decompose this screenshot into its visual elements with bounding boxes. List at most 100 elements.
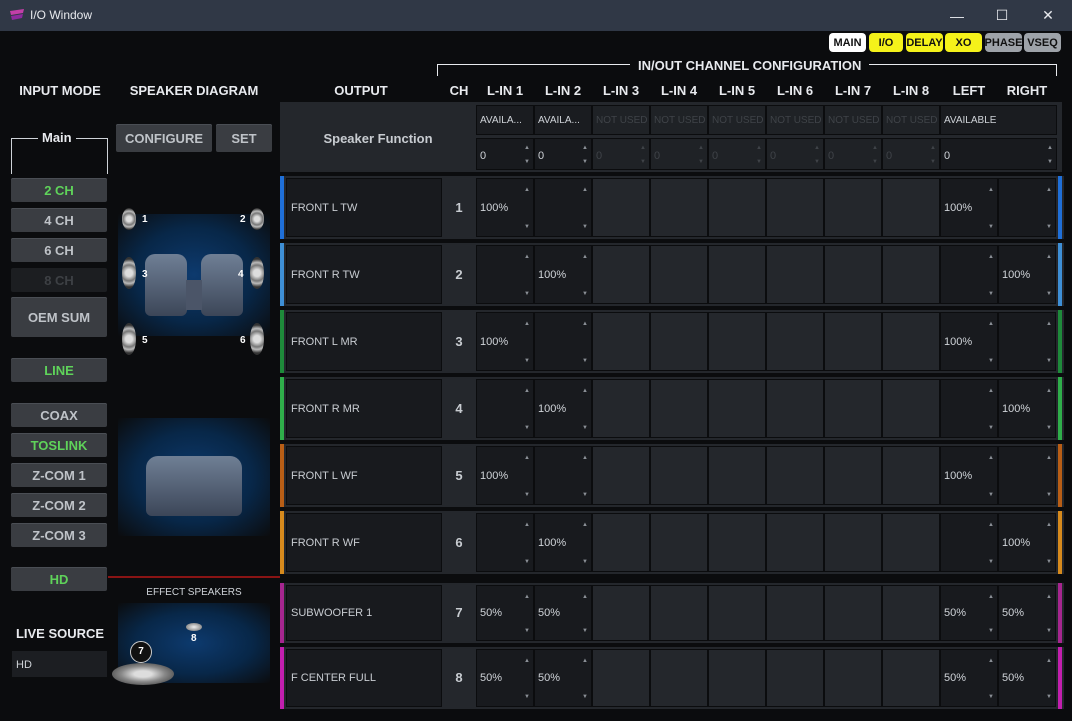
zcom1-button[interactable]: Z-COM 1 <box>11 463 107 487</box>
spin-down-arrow-icon[interactable]: ▼ <box>582 224 588 230</box>
zcom2-button[interactable]: Z-COM 2 <box>11 493 107 517</box>
mode-4ch-button[interactable]: 4 CH <box>11 208 107 232</box>
mix-level-cell[interactable]: 50% ▲ ▼ <box>476 649 534 707</box>
line-button[interactable]: LINE <box>11 358 107 382</box>
mix-level-cell[interactable]: ▲ ▼ <box>476 245 534 304</box>
mix-level-cell[interactable]: 100% ▲ ▼ <box>998 379 1056 438</box>
mix-level-cell[interactable]: 100% ▲ ▼ <box>476 312 534 371</box>
spin-up-arrow-icon[interactable]: ▲ <box>1046 658 1052 664</box>
spin-down-arrow-icon[interactable]: ▼ <box>524 694 530 700</box>
spin-up-arrow-icon[interactable]: ▲ <box>582 658 588 664</box>
toslink-button[interactable]: TOSLINK <box>11 433 107 457</box>
mix-level-cell[interactable]: 100% ▲ ▼ <box>940 312 998 371</box>
spin-up-arrow-icon[interactable]: ▲ <box>524 321 530 327</box>
close-button[interactable]: ✕ <box>1025 0 1071 31</box>
nav-badge-phase[interactable]: PHASE <box>985 33 1022 52</box>
mix-level-cell[interactable]: 100% ▲ ▼ <box>534 245 592 304</box>
mix-level-cell[interactable]: ▲ ▼ <box>534 446 592 505</box>
spin-up-arrow-icon[interactable]: ▲ <box>524 187 530 193</box>
spin-down-arrow-icon[interactable]: ▼ <box>582 425 588 431</box>
mode-2ch-button[interactable]: 2 CH <box>11 178 107 202</box>
spin-up-arrow-icon[interactable]: ▲ <box>524 594 530 600</box>
spin-down-arrow-icon[interactable]: ▼ <box>1046 291 1052 297</box>
spin-down-arrow-icon[interactable]: ▼ <box>1046 358 1052 364</box>
mix-level-cell[interactable]: ▲ ▼ <box>534 312 592 371</box>
spin-down-arrow-icon[interactable]: ▼ <box>582 559 588 565</box>
spin-down-arrow-icon[interactable]: ▼ <box>524 628 530 634</box>
set-button[interactable]: SET <box>216 124 272 152</box>
spin-down-arrow-icon[interactable]: ▼ <box>988 559 994 565</box>
spin-up-arrow-icon[interactable]: ▲ <box>988 254 994 260</box>
mix-level-cell[interactable]: 50% ▲ ▼ <box>940 649 998 707</box>
mix-level-cell[interactable]: ▲ ▼ <box>998 446 1056 505</box>
mix-level-cell[interactable]: 50% ▲ ▼ <box>476 585 534 641</box>
mix-level-cell[interactable]: 100% ▲ ▼ <box>998 245 1056 304</box>
mix-level-cell[interactable]: ▲ ▼ <box>998 312 1056 371</box>
minimize-button[interactable]: — <box>934 0 980 31</box>
configure-button[interactable]: CONFIGURE <box>116 124 212 152</box>
spin-up-arrow-icon[interactable]: ▲ <box>1047 145 1053 151</box>
spin-up-arrow-icon[interactable]: ▲ <box>1046 254 1052 260</box>
spin-up-arrow-icon[interactable]: ▲ <box>988 388 994 394</box>
availability-spinbox[interactable]: 0 ▲ ▼ <box>534 138 592 170</box>
spin-down-arrow-icon[interactable]: ▼ <box>988 492 994 498</box>
spin-down-arrow-icon[interactable]: ▼ <box>1046 492 1052 498</box>
zcom3-button[interactable]: Z-COM 3 <box>11 523 107 547</box>
nav-badge-xo[interactable]: XO <box>945 33 982 52</box>
spin-up-arrow-icon[interactable]: ▲ <box>524 145 530 151</box>
mix-level-cell[interactable]: 100% ▲ ▼ <box>940 446 998 505</box>
spin-down-arrow-icon[interactable]: ▼ <box>524 291 530 297</box>
spin-down-arrow-icon[interactable]: ▼ <box>1046 559 1052 565</box>
spin-down-arrow-icon[interactable]: ▼ <box>988 628 994 634</box>
speaker-function-cell[interactable]: FRONT L MR <box>286 312 442 371</box>
spin-up-arrow-icon[interactable]: ▲ <box>524 522 530 528</box>
mix-level-cell[interactable]: 100% ▲ ▼ <box>940 178 998 237</box>
mix-level-cell[interactable]: 50% ▲ ▼ <box>998 585 1056 641</box>
spin-down-arrow-icon[interactable]: ▼ <box>524 559 530 565</box>
oem-sum-button[interactable]: OEM SUM <box>11 297 107 337</box>
spin-up-arrow-icon[interactable]: ▲ <box>582 522 588 528</box>
spin-down-arrow-icon[interactable]: ▼ <box>1046 224 1052 230</box>
coax-button[interactable]: COAX <box>11 403 107 427</box>
speaker-function-cell[interactable]: FRONT R TW <box>286 245 442 304</box>
spin-down-arrow-icon[interactable]: ▼ <box>582 694 588 700</box>
spin-down-arrow-icon[interactable]: ▼ <box>988 425 994 431</box>
speaker-function-cell[interactable]: FRONT R WF <box>286 513 442 572</box>
mix-level-cell[interactable]: 50% ▲ ▼ <box>940 585 998 641</box>
spin-up-arrow-icon[interactable]: ▲ <box>582 388 588 394</box>
spin-up-arrow-icon[interactable]: ▲ <box>1046 187 1052 193</box>
mix-level-cell[interactable]: 50% ▲ ▼ <box>998 649 1056 707</box>
spin-up-arrow-icon[interactable]: ▲ <box>988 522 994 528</box>
nav-badge-vseq[interactable]: VSEQ <box>1024 33 1061 52</box>
spin-up-arrow-icon[interactable]: ▲ <box>582 594 588 600</box>
spin-up-arrow-icon[interactable]: ▲ <box>988 658 994 664</box>
spin-up-arrow-icon[interactable]: ▲ <box>1046 388 1052 394</box>
speaker-function-cell[interactable]: FRONT L TW <box>286 178 442 237</box>
spin-down-arrow-icon[interactable]: ▼ <box>524 492 530 498</box>
mix-level-cell[interactable]: 100% ▲ ▼ <box>998 513 1056 572</box>
maximize-button[interactable]: ☐ <box>979 0 1025 31</box>
spin-down-arrow-icon[interactable]: ▼ <box>582 628 588 634</box>
mix-level-cell[interactable]: 100% ▲ ▼ <box>476 446 534 505</box>
spin-down-arrow-icon[interactable]: ▼ <box>582 291 588 297</box>
spin-down-arrow-icon[interactable]: ▼ <box>524 358 530 364</box>
mix-level-cell[interactable]: 50% ▲ ▼ <box>534 585 592 641</box>
spin-up-arrow-icon[interactable]: ▲ <box>524 388 530 394</box>
mix-level-cell[interactable]: 100% ▲ ▼ <box>534 513 592 572</box>
spin-up-arrow-icon[interactable]: ▲ <box>988 594 994 600</box>
hd-button[interactable]: HD <box>11 567 107 591</box>
availability-spinbox[interactable]: 0 ▲ ▼ <box>940 138 1057 170</box>
spin-down-arrow-icon[interactable]: ▼ <box>1046 628 1052 634</box>
speaker-function-cell[interactable]: FRONT R MR <box>286 379 442 438</box>
speaker-function-cell[interactable]: F CENTER FULL <box>286 649 442 707</box>
speaker-function-cell[interactable]: FRONT L WF <box>286 446 442 505</box>
mix-level-cell[interactable]: ▲ ▼ <box>476 379 534 438</box>
mode-8ch-button[interactable]: 8 CH <box>11 268 107 292</box>
spin-up-arrow-icon[interactable]: ▲ <box>988 321 994 327</box>
mix-level-cell[interactable]: 100% ▲ ▼ <box>476 178 534 237</box>
spin-down-arrow-icon[interactable]: ▼ <box>1046 425 1052 431</box>
mix-level-cell[interactable]: ▲ ▼ <box>998 178 1056 237</box>
spin-up-arrow-icon[interactable]: ▲ <box>1046 522 1052 528</box>
spin-up-arrow-icon[interactable]: ▲ <box>524 658 530 664</box>
mix-level-cell[interactable]: 50% ▲ ▼ <box>534 649 592 707</box>
